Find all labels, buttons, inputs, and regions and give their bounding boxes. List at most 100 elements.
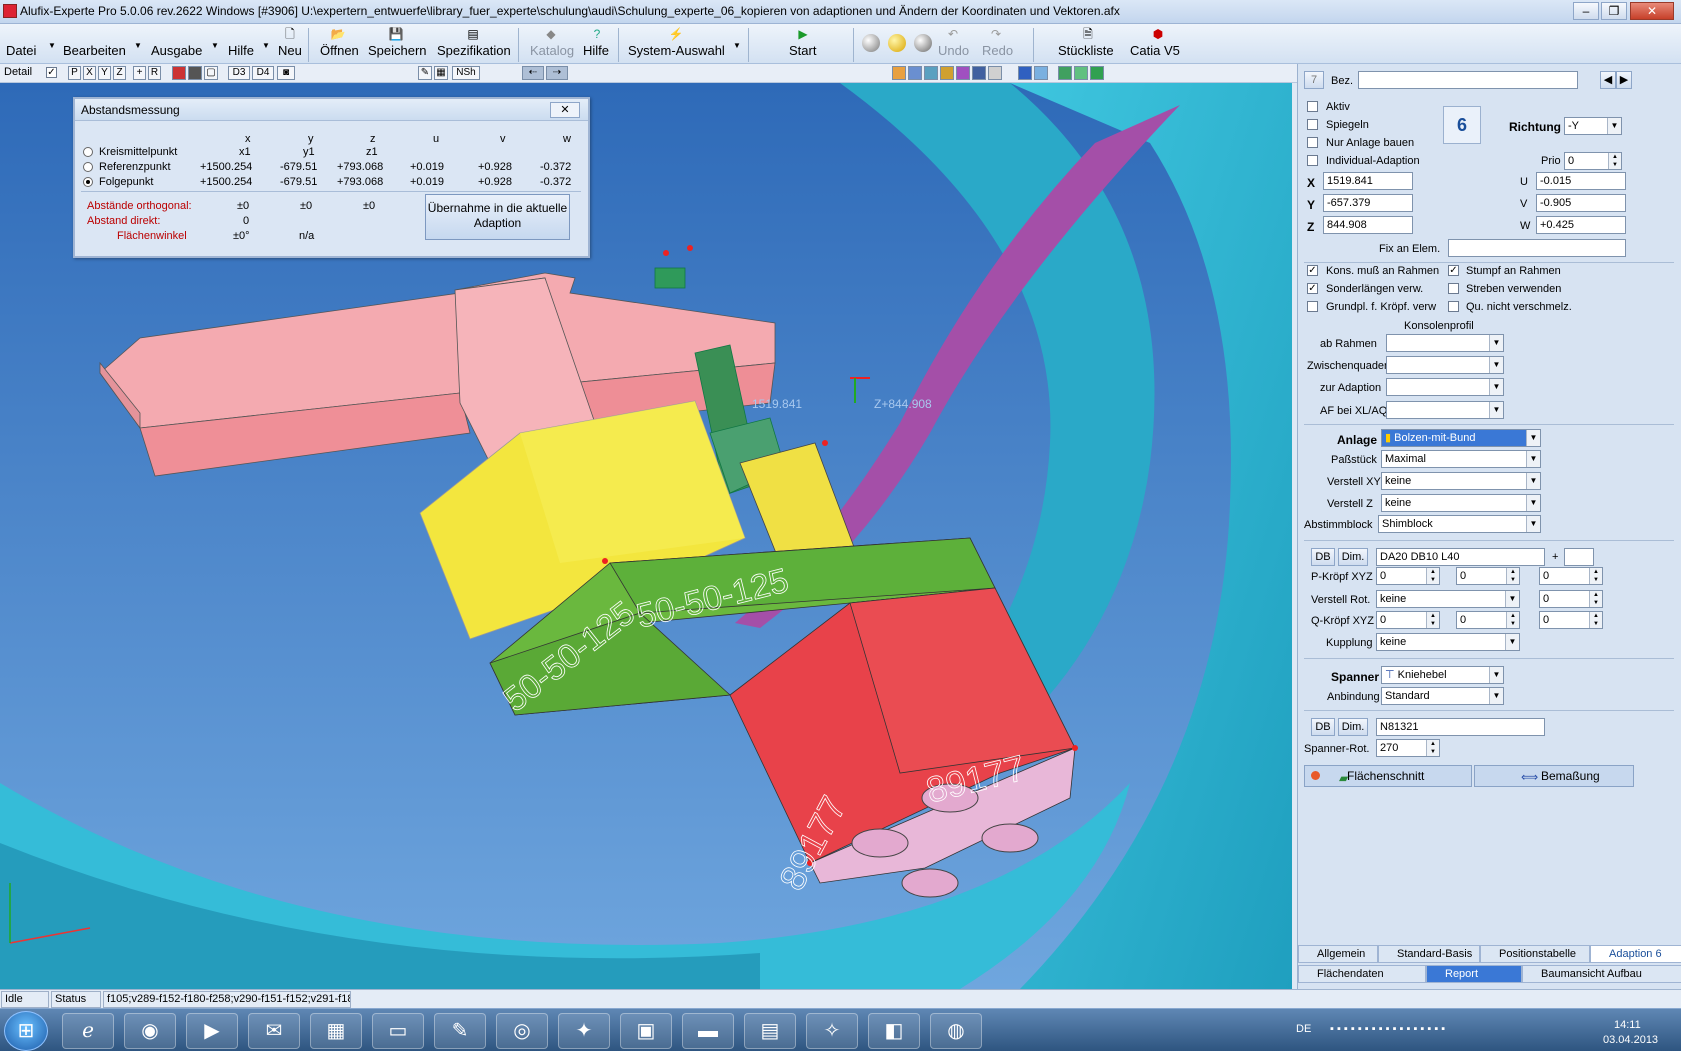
shade-icon[interactable] (940, 66, 954, 80)
prio-input[interactable]: 0 ▲ ▼ (1564, 152, 1622, 170)
extra-input[interactable] (1564, 548, 1594, 566)
flaechenschnitt-button[interactable]: ▰ Flächenschnitt (1304, 765, 1472, 787)
color-icon[interactable] (1074, 66, 1088, 80)
qkropf-x-input[interactable]: 0 ▲ ▼ (1376, 611, 1440, 629)
richtung-select[interactable]: -Y ▼ (1564, 117, 1622, 135)
pkropf-x-input[interactable]: 0 ▲ ▼ (1376, 567, 1440, 585)
spiegeln-checkbox[interactable] (1307, 119, 1318, 130)
close-button[interactable]: ✕ (1630, 2, 1674, 20)
office-icon[interactable]: ◧ (868, 1013, 920, 1049)
shade-icon[interactable] (956, 66, 970, 80)
anbindung-select[interactable]: Standard ▼ (1381, 687, 1504, 705)
arrow-right-icon[interactable]: ⇢ (546, 66, 568, 80)
tab-positionstabelle[interactable]: Positionstabelle (1480, 945, 1590, 963)
shade-icon[interactable] (892, 66, 906, 80)
app-icon[interactable]: ✦ (558, 1013, 610, 1049)
passstueck-select[interactable]: Maximal ▼ (1381, 450, 1541, 468)
z-input[interactable]: 844.908 (1323, 216, 1413, 234)
sonder-checkbox[interactable]: ✓ (1307, 283, 1318, 294)
gray-sphere-icon[interactable] (862, 34, 880, 52)
tab-adaption[interactable]: Adaption 6 (1590, 945, 1681, 963)
grid-icon[interactable] (1034, 66, 1048, 80)
grundpl-checkbox[interactable] (1307, 301, 1318, 312)
specification-icon[interactable]: ▤ (465, 27, 481, 41)
clock-date[interactable]: 03.04.2013 (1603, 1034, 1658, 1046)
clock-time[interactable]: 14:11 (1614, 1019, 1641, 1031)
db-button-spanner[interactable]: DB (1311, 718, 1335, 736)
open-folder-icon[interactable]: 📂 (330, 27, 346, 41)
abstimm-select[interactable]: Shimblock ▼ (1378, 515, 1541, 533)
next-icon[interactable]: ▶ (1616, 71, 1632, 89)
tab-allgemein[interactable]: Allgemein (1298, 945, 1378, 963)
verstell-rot-input[interactable]: 0 ▲ ▼ (1539, 590, 1603, 608)
new-file-icon[interactable]: 🗋 (282, 27, 298, 41)
terminal-icon[interactable]: ▬ (682, 1013, 734, 1049)
render-mode-icon[interactable] (172, 66, 186, 80)
redo-icon[interactable]: ↷ (988, 27, 1004, 41)
redo-button[interactable]: Redo (982, 43, 1013, 58)
viewer-icon[interactable]: ◎ (496, 1013, 548, 1049)
catalog-icon[interactable]: ◆ (543, 27, 559, 41)
verstell-xy-select[interactable]: keine ▼ (1381, 472, 1541, 490)
start-button[interactable]: Start (789, 43, 816, 58)
dim-button-spanner[interactable]: Dim. (1338, 718, 1368, 736)
arrow-left-icon[interactable]: ⇠ (522, 66, 544, 80)
bez-input[interactable] (1358, 71, 1578, 89)
plus-button[interactable]: + (1552, 551, 1558, 563)
w-input[interactable]: +0.425 (1536, 216, 1626, 234)
x-input[interactable]: 1519.841 (1323, 172, 1413, 190)
stueckliste-button[interactable]: Stückliste (1058, 43, 1114, 58)
chevron-down-icon[interactable]: ▼ (733, 41, 741, 50)
u-input[interactable]: -0.015 (1536, 172, 1626, 190)
paint-icon[interactable]: ✎ (434, 1013, 486, 1049)
af-select[interactable]: ▼ (1386, 401, 1504, 419)
nur-anlage-checkbox[interactable] (1307, 137, 1318, 148)
system-auswahl-button[interactable]: System-Auswahl (628, 43, 725, 58)
color-icon[interactable] (1090, 66, 1104, 80)
chevron-down-icon[interactable]: ▼ (48, 41, 56, 50)
speichern-button[interactable]: Speichern (368, 43, 427, 58)
chevron-down-icon[interactable]: ▼ (211, 41, 219, 50)
referenzpunkt-radio[interactable] (83, 162, 93, 172)
kons-checkbox[interactable]: ✓ (1307, 265, 1318, 276)
da-input[interactable]: DA20 DB10 L40 (1376, 548, 1545, 566)
alufix-icon[interactable]: ▦ (310, 1013, 362, 1049)
save-disk-icon[interactable]: 💾 (388, 27, 404, 41)
layer-icon[interactable]: ▦ (434, 66, 448, 80)
ab-rahmen-select[interactable]: ▼ (1386, 334, 1504, 352)
render-mode-icon[interactable] (188, 66, 202, 80)
uebernahme-button[interactable]: Übernahme in die aktuelle Adaption (425, 194, 570, 240)
d3-button[interactable]: D3 (228, 66, 250, 80)
parts-list-icon[interactable]: 🗎 (1080, 27, 1096, 41)
streben-checkbox[interactable] (1448, 283, 1459, 294)
qkropf-y-input[interactable]: 0 ▲ ▼ (1456, 611, 1520, 629)
wireframe-icon[interactable]: ▢ (204, 66, 218, 80)
catia-button[interactable]: Catia V5 (1130, 43, 1180, 58)
tab-baumansicht[interactable]: Baumansicht Aufbau (1522, 965, 1681, 983)
explorer-icon[interactable]: ▭ (372, 1013, 424, 1049)
dialog-close-button[interactable]: ✕ (550, 102, 580, 118)
spanner-select[interactable]: ⊤ Kniehebel ▼ (1381, 666, 1504, 684)
pkropf-z-input[interactable]: 0 ▲ ▼ (1539, 567, 1603, 585)
play-icon[interactable]: ▶ (795, 27, 811, 41)
oeffnen-button[interactable]: Öffnen (320, 43, 359, 58)
menu-datei[interactable]: Datei (6, 43, 36, 58)
chevron-down-icon[interactable]: ▼ (134, 41, 142, 50)
menu-hilfe[interactable]: Hilfe (228, 43, 254, 58)
monitor-icon[interactable]: ▤ (744, 1013, 796, 1049)
app-icon[interactable]: ◍ (930, 1013, 982, 1049)
undo-button[interactable]: Undo (938, 43, 969, 58)
verstell-z-select[interactable]: keine ▼ (1381, 494, 1541, 512)
db-button[interactable]: DB (1311, 548, 1335, 566)
spezifikation-button[interactable]: Spezifikation (437, 43, 511, 58)
hilfe-button[interactable]: Hilfe (583, 43, 609, 58)
kupplung-select[interactable]: keine ▼ (1376, 633, 1520, 651)
spanner-rot-input[interactable]: 270 ▲ ▼ (1376, 739, 1440, 757)
fix-input[interactable] (1448, 239, 1626, 257)
help-icon[interactable]: ? (589, 27, 605, 41)
language-indicator[interactable]: DE (1296, 1023, 1311, 1035)
camera-icon[interactable]: ◙ (277, 66, 295, 80)
menu-bearbeiten[interactable]: Bearbeiten (63, 43, 126, 58)
dim-button[interactable]: Dim. (1338, 548, 1368, 566)
shade-icon[interactable] (988, 66, 1002, 80)
